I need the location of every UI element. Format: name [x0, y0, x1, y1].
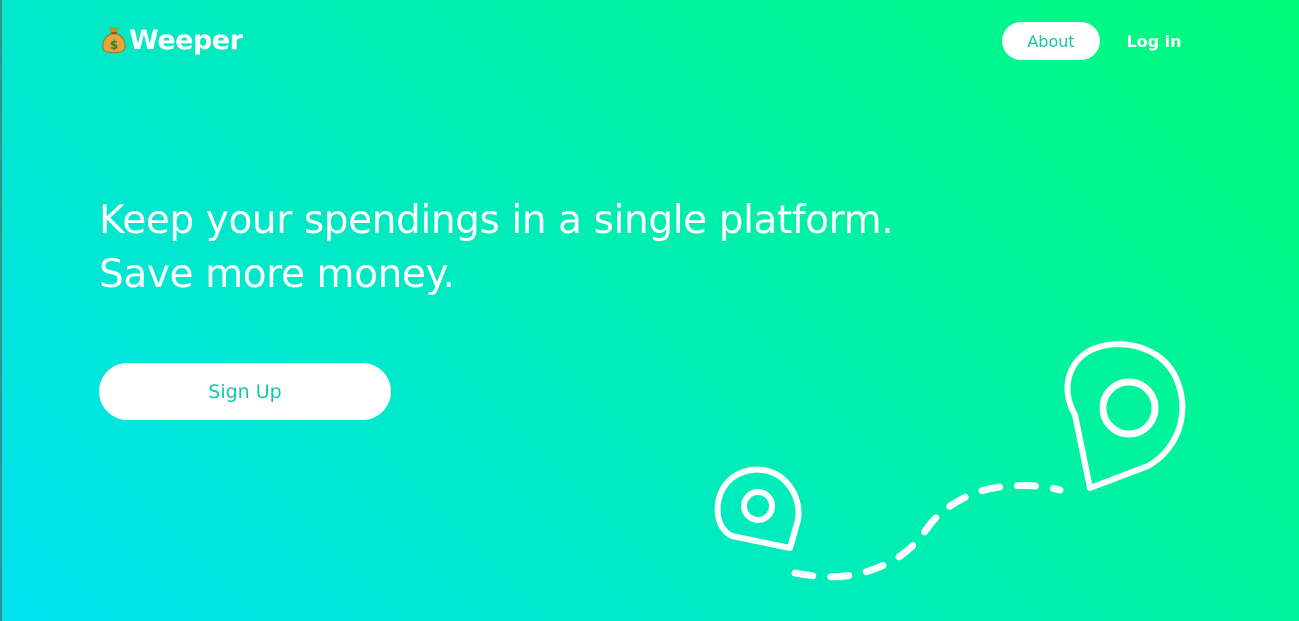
route-illustration [714, 341, 1186, 581]
brand-name: Weeper [129, 24, 243, 56]
brand-logo[interactable]: $ Weeper [101, 22, 243, 58]
signup-button[interactable]: Sign Up [99, 363, 391, 420]
map-pin-icon [714, 466, 802, 551]
hero-line-2: Save more money. [99, 252, 455, 297]
about-button[interactable]: About [1002, 22, 1100, 60]
svg-text:$: $ [110, 38, 118, 52]
map-pin-icon [1064, 341, 1186, 491]
money-bag-icon: $ [102, 27, 126, 54]
hero-headline: Keep your spendings in a single platform… [99, 194, 919, 302]
dashed-route [791, 482, 1064, 581]
hero-line-1: Keep your spendings in a single platform… [99, 198, 894, 243]
login-link[interactable]: Log in [1115, 22, 1193, 60]
window-edge [0, 0, 2, 621]
